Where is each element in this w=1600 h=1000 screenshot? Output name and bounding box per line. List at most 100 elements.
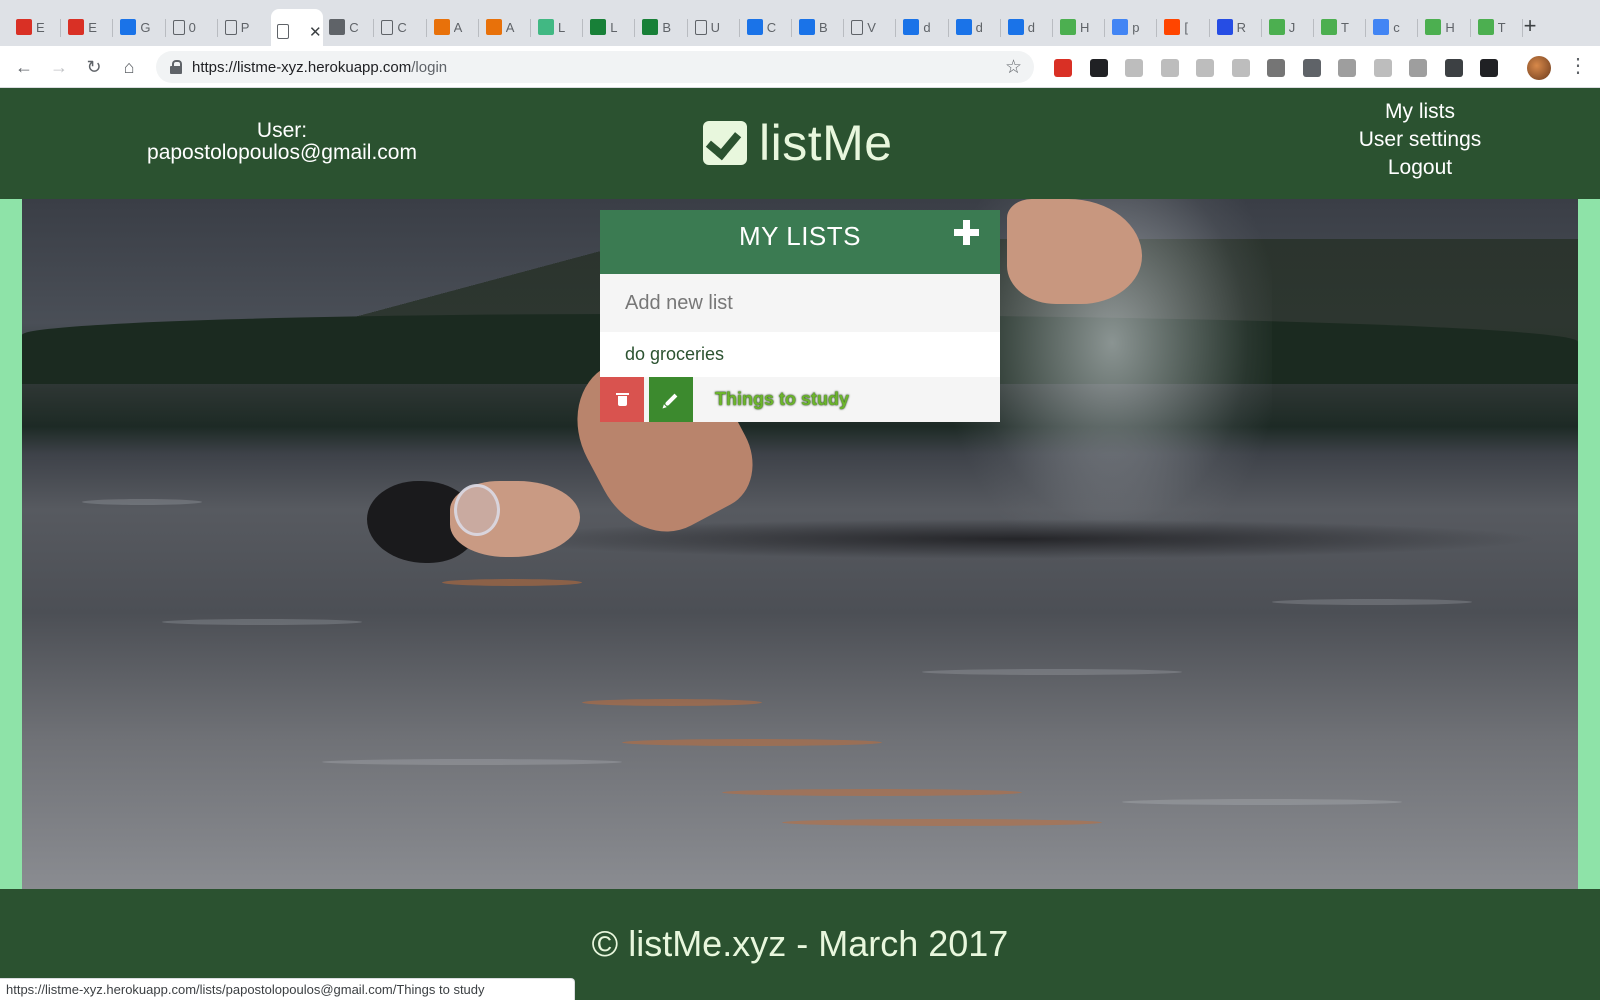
- browser-tab[interactable]: B: [636, 10, 686, 44]
- circle-icon[interactable]: [1409, 59, 1427, 77]
- browser-menu-icon[interactable]: ⋮: [1568, 54, 1588, 78]
- browser-tab[interactable]: T: [1472, 10, 1522, 44]
- list-item[interactable]: do groceries: [600, 332, 1000, 377]
- add-list-plus-icon[interactable]: [954, 220, 980, 246]
- browser-tab[interactable]: p: [1106, 10, 1156, 44]
- browser-tab[interactable]: J: [1263, 10, 1313, 44]
- es-icon[interactable]: [1160, 59, 1179, 77]
- new-list-input[interactable]: [600, 274, 1000, 332]
- browser-tab-title: U: [710, 19, 720, 35]
- browser-tab[interactable]: V: [845, 10, 895, 44]
- printer-icon[interactable]: [1373, 59, 1392, 77]
- tab-separator: [738, 19, 740, 37]
- reddit-icon: [1164, 19, 1181, 35]
- nav-logout[interactable]: Logout: [1340, 154, 1500, 182]
- browser-tab-title: A: [505, 19, 515, 35]
- browser-tab[interactable]: R: [1211, 10, 1261, 44]
- google-icon: [1373, 19, 1390, 35]
- browser-tab[interactable]: C: [741, 10, 791, 44]
- pencil-icon: [664, 393, 678, 406]
- browser-tab[interactable]: [: [1158, 10, 1208, 44]
- forward-button[interactable]: →: [47, 55, 71, 79]
- tab-separator: [686, 19, 688, 37]
- browser-tab-title: c: [1393, 19, 1400, 35]
- document-icon: [381, 19, 394, 35]
- reflection: [582, 699, 762, 706]
- url-path: /login: [411, 58, 448, 76]
- adblock-icon[interactable]: [1054, 59, 1072, 77]
- browser-tab-title: G: [140, 19, 151, 35]
- box-icon[interactable]: [1231, 59, 1250, 77]
- user-label: User:: [256, 119, 308, 142]
- ripple: [922, 669, 1182, 675]
- tab-separator: [425, 19, 427, 37]
- browser-tab[interactable]: 0: [167, 10, 217, 44]
- download-icon[interactable]: [1444, 59, 1463, 77]
- tab-separator: [1104, 19, 1106, 37]
- back-button[interactable]: ←: [12, 55, 36, 79]
- browser-tab[interactable]: A: [480, 10, 530, 44]
- close-tab-icon[interactable]: ✕: [309, 23, 322, 41]
- qr-icon[interactable]: [1196, 59, 1214, 77]
- browser-tab[interactable]: c: [1367, 10, 1417, 44]
- browser-tab[interactable]: B: [793, 10, 843, 44]
- status-url-bubble: https://listme-xyz.herokuapp.com/lists/p…: [0, 978, 575, 1000]
- browser-tab[interactable]: d: [950, 10, 1000, 44]
- user-info: User: papostolopoulos@gmail.com: [100, 120, 464, 164]
- home-button[interactable]: ⌂: [117, 55, 141, 79]
- bird-icon: [1007, 19, 1024, 35]
- reload-button[interactable]: ↻: [82, 55, 106, 79]
- browser-tab[interactable]: C: [375, 10, 425, 44]
- badge-icon[interactable]: [1338, 59, 1356, 77]
- list-item-label[interactable]: Things to study: [715, 389, 849, 410]
- browser-tab[interactable]: H: [1419, 10, 1469, 44]
- css3-icon: [1216, 19, 1233, 35]
- browser-tab[interactable]: d: [1002, 10, 1052, 44]
- asterisk-icon: [485, 19, 502, 35]
- list-item[interactable]: Things to study: [600, 377, 1000, 422]
- tab-separator: [164, 19, 166, 37]
- shield-black-icon[interactable]: [1480, 59, 1498, 77]
- browser-tab[interactable]: T: [1315, 10, 1365, 44]
- ripple: [1122, 799, 1402, 805]
- browser-tab[interactable]: U: [689, 10, 739, 44]
- browser-tab-title: L: [558, 19, 566, 35]
- edit-list-button[interactable]: [649, 377, 693, 422]
- tab-separator: [373, 19, 375, 37]
- browser-tab[interactable]: P: [219, 10, 269, 44]
- browser-tab[interactable]: L: [532, 10, 582, 44]
- ripple: [322, 759, 622, 765]
- tab-separator: [1313, 19, 1314, 37]
- browser-tab-title: R: [1236, 19, 1246, 35]
- address-url[interactable]: https://listme-xyz.herokuapp.com/login: [192, 59, 447, 76]
- tab-separator: [843, 19, 845, 37]
- nav-user-settings[interactable]: User settings: [1340, 126, 1500, 154]
- browser-tab-title: T: [1341, 19, 1349, 35]
- browser-tab-title: B: [819, 19, 828, 35]
- w3-icon: [1268, 19, 1285, 35]
- bookmark-star-icon[interactable]: ☆: [1005, 56, 1022, 79]
- browser-tab[interactable]: E: [62, 10, 112, 44]
- w3-icon: [1425, 19, 1442, 35]
- browser-tab[interactable]: C: [323, 10, 373, 44]
- ripple: [82, 499, 202, 505]
- address-bar[interactable]: https://listme-xyz.herokuapp.com/login ☆: [156, 51, 1034, 83]
- incognito-icon[interactable]: [1089, 59, 1108, 77]
- ghost-icon[interactable]: [1125, 59, 1143, 77]
- browser-tab-title: [: [1184, 19, 1189, 35]
- browser-tab[interactable]: E: [10, 10, 60, 44]
- brand-logo[interactable]: listMe: [703, 114, 893, 172]
- shield-icon: [799, 19, 815, 35]
- browser-tab[interactable]: L: [584, 10, 634, 44]
- nav-my-lists[interactable]: My lists: [1340, 98, 1500, 126]
- tab-separator: [947, 19, 949, 37]
- tab-separator: [791, 19, 792, 37]
- browser-tab[interactable]: A: [428, 10, 478, 44]
- browser-tab[interactable]: d: [897, 10, 947, 44]
- lighthouse-icon[interactable]: [1302, 59, 1321, 77]
- browser-tab[interactable]: H: [1054, 10, 1104, 44]
- vuejs-devtools-icon[interactable]: [1267, 59, 1285, 77]
- browser-tab[interactable]: G: [114, 10, 164, 44]
- delete-list-button[interactable]: [600, 377, 644, 422]
- profile-avatar[interactable]: [1527, 56, 1551, 80]
